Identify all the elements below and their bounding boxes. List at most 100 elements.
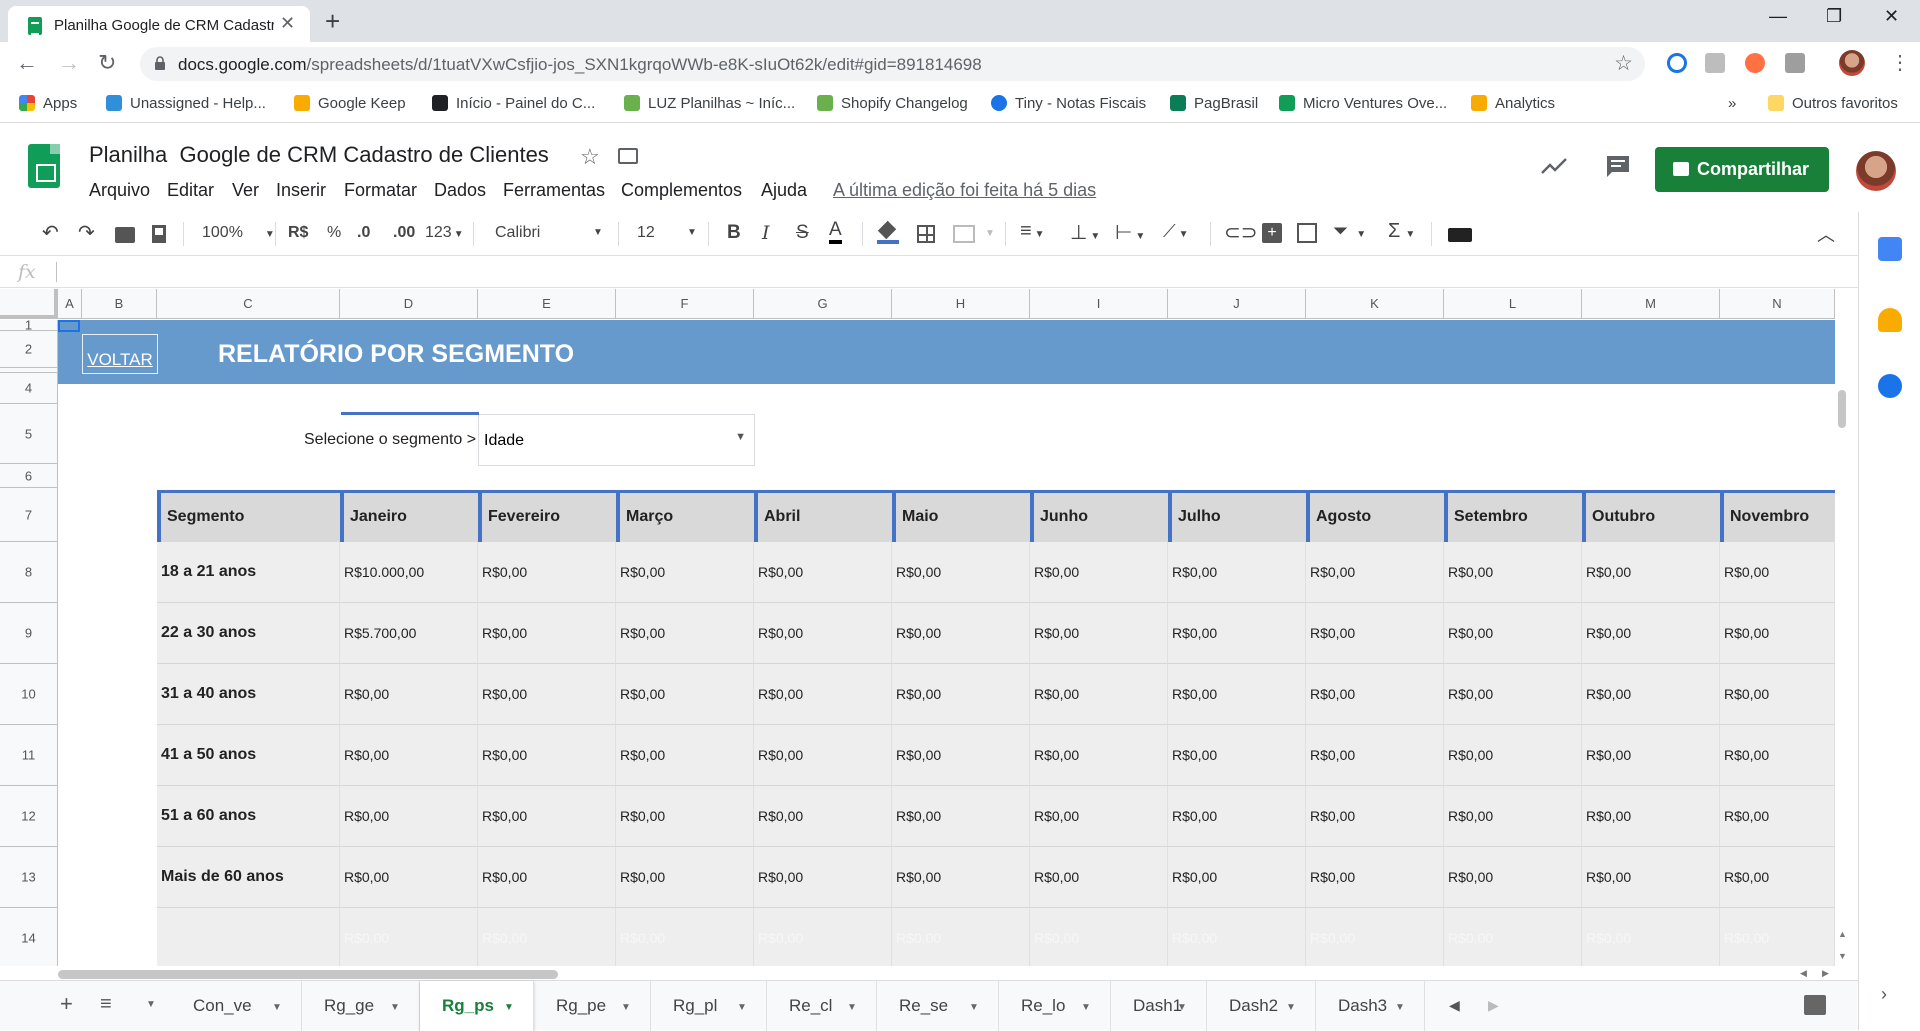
sheet-tab-rg-ps[interactable]: Rg_ps ▼ <box>420 981 534 1031</box>
value-cell[interactable]: R$0,00 <box>892 664 1030 725</box>
borders-icon[interactable] <box>917 225 935 243</box>
column-header[interactable]: K <box>1306 289 1444 319</box>
sheet-tab-dash2[interactable]: Dash2 ▼ <box>1207 981 1316 1031</box>
value-cell[interactable]: R$0,00 <box>1306 847 1444 908</box>
table-header-cell[interactable]: Fevereiro <box>478 490 616 542</box>
value-cell[interactable]: R$0,00 <box>1720 542 1835 603</box>
value-cell[interactable]: R$0,00 <box>1168 908 1306 966</box>
profile-avatar[interactable] <box>1839 50 1865 76</box>
value-cell[interactable]: R$0,00 <box>892 542 1030 603</box>
expand-panel-icon[interactable]: › <box>1881 984 1887 1005</box>
chevron-down-icon[interactable]: ▼ <box>390 1002 400 1013</box>
value-cell[interactable]: R$0,00 <box>1030 908 1168 966</box>
menu-ver[interactable]: Ver <box>232 180 259 201</box>
sheet-tab-rg-pl[interactable]: Rg_pl ▼ <box>651 981 767 1031</box>
value-cell[interactable]: R$0,00 <box>1720 786 1835 847</box>
text-rotation-icon[interactable]: ⟋ ▼ <box>1163 221 1189 242</box>
menu-complementos[interactable]: Complementos <box>621 180 742 201</box>
zoom-select[interactable]: 100% ▼ <box>202 224 275 242</box>
table-header-cell[interactable]: Junho <box>1030 490 1168 542</box>
currency-format-button[interactable]: R$ <box>288 224 308 242</box>
chevron-down-icon[interactable]: ▼ <box>1177 1002 1187 1013</box>
font-size-select[interactable]: 12 ▼ <box>637 224 699 242</box>
table-header-cell[interactable]: Novembro <box>1720 490 1835 542</box>
row-header[interactable]: 1 <box>0 318 58 333</box>
sheet-tab-rg-ge[interactable]: Rg_ge ▼ <box>302 981 420 1031</box>
browser-tab[interactable]: Planilha Google de CRM Cadastro de Clien… <box>8 6 310 42</box>
value-cell[interactable]: R$0,00 <box>1444 847 1582 908</box>
value-cell[interactable]: R$0,00 <box>1444 542 1582 603</box>
voltar-button[interactable]: VOLTAR <box>82 334 158 374</box>
row-header[interactable]: 2 <box>0 331 58 368</box>
redo-icon[interactable]: ↷ <box>78 220 95 245</box>
value-cell[interactable]: R$0,00 <box>1720 603 1835 664</box>
value-cell[interactable]: R$0,00 <box>754 725 892 786</box>
menu-formatar[interactable]: Formatar <box>344 180 417 201</box>
sheet-tab-re-cl[interactable]: Re_cl ▼ <box>767 981 877 1031</box>
row-header[interactable]: 7 <box>0 488 58 542</box>
segment-cell[interactable]: 18 a 21 anos <box>157 542 340 603</box>
value-cell[interactable]: R$0,00 <box>616 847 754 908</box>
row-header[interactable]: 12 <box>0 786 58 847</box>
tasks-icon[interactable] <box>1878 374 1902 398</box>
bookmark-luz[interactable]: LUZ Planilhas ~ Iníc... <box>624 95 795 112</box>
column-header[interactable]: I <box>1030 289 1168 319</box>
value-cell[interactable]: R$0,00 <box>1168 542 1306 603</box>
chevron-down-icon[interactable]: ▼ <box>504 1002 514 1013</box>
percent-format-button[interactable]: % <box>327 224 341 242</box>
bookmark-zendesk[interactable]: Unassigned - Help... <box>106 95 266 112</box>
forward-icon[interactable]: → <box>58 50 80 76</box>
table-header-cell[interactable]: Segmento <box>157 490 340 542</box>
value-cell[interactable]: R$10.000,00 <box>340 542 478 603</box>
chevron-down-icon[interactable]: ▼ <box>1081 1002 1091 1013</box>
segment-cell[interactable]: 31 a 40 anos <box>157 664 340 725</box>
all-sheets-icon[interactable]: ≡ <box>100 993 112 1016</box>
value-cell[interactable]: R$0,00 <box>1444 603 1582 664</box>
new-tab-button[interactable]: + <box>325 6 340 37</box>
row-header[interactable]: 9 <box>0 603 58 664</box>
activity-trend-icon[interactable] <box>1540 156 1568 176</box>
value-cell[interactable]: R$5.700,00 <box>340 603 478 664</box>
back-icon[interactable]: ← <box>16 50 38 76</box>
column-header[interactable]: B <box>82 289 157 319</box>
undo-icon[interactable]: ↶ <box>42 220 59 245</box>
chevron-down-icon[interactable]: ▼ <box>847 1002 857 1013</box>
horizontal-align-icon[interactable]: ≡ ▼ <box>1020 220 1045 243</box>
strikethrough-button[interactable]: S <box>796 222 809 244</box>
sheet-tab-re-se[interactable]: Re_se ▼ <box>877 981 999 1031</box>
value-cell[interactable]: R$0,00 <box>1030 847 1168 908</box>
value-cell[interactable]: R$0,00 <box>1720 847 1835 908</box>
selected-cell-a1[interactable] <box>58 320 80 332</box>
value-cell[interactable]: R$0,00 <box>340 664 478 725</box>
value-cell[interactable]: R$0,00 <box>478 786 616 847</box>
value-cell[interactable]: R$0,00 <box>1030 603 1168 664</box>
value-cell[interactable]: R$0,00 <box>1582 908 1720 966</box>
vertical-align-icon[interactable]: ⊥ ▼ <box>1070 220 1100 245</box>
segment-cell[interactable]: 51 a 60 anos <box>157 786 340 847</box>
account-avatar[interactable] <box>1856 151 1896 191</box>
value-cell[interactable]: R$0,00 <box>478 603 616 664</box>
column-header[interactable]: D <box>340 289 478 319</box>
value-cell[interactable]: R$0,00 <box>1168 786 1306 847</box>
decrease-decimal-button[interactable]: .0 <box>357 224 370 242</box>
table-header-cell[interactable]: Janeiro <box>340 490 478 542</box>
text-color-button[interactable]: A <box>829 220 842 244</box>
collapse-menus-icon[interactable]: ︿ <box>1817 221 1835 247</box>
formula-bar[interactable]: fx <box>0 257 1858 288</box>
column-header[interactable]: N <box>1720 289 1835 319</box>
star-icon[interactable]: ☆ <box>580 144 600 170</box>
font-family-select[interactable]: Calibri ▼ <box>495 224 605 242</box>
document-title[interactable]: Planilha Google de CRM Cadastro de Clien… <box>89 142 549 168</box>
reload-icon[interactable]: ↻ <box>98 50 116 76</box>
share-button[interactable]: Compartilhar <box>1655 147 1829 192</box>
value-cell[interactable]: R$0,00 <box>754 542 892 603</box>
sheets-logo-icon[interactable] <box>28 144 60 188</box>
chevron-down-icon[interactable]: ▼ <box>146 999 156 1010</box>
input-tools-keyboard-icon[interactable] <box>1448 228 1472 242</box>
increase-decimal-button[interactable]: .00 <box>393 224 415 242</box>
segment-dropdown[interactable]: Idade ▼ <box>341 412 755 466</box>
address-bar[interactable]: docs.google.com/spreadsheets/d/1tuatVXwC… <box>140 47 1645 81</box>
column-header[interactable]: G <box>754 289 892 319</box>
move-folder-icon[interactable] <box>618 148 638 164</box>
value-cell[interactable]: R$0,00 <box>1030 542 1168 603</box>
